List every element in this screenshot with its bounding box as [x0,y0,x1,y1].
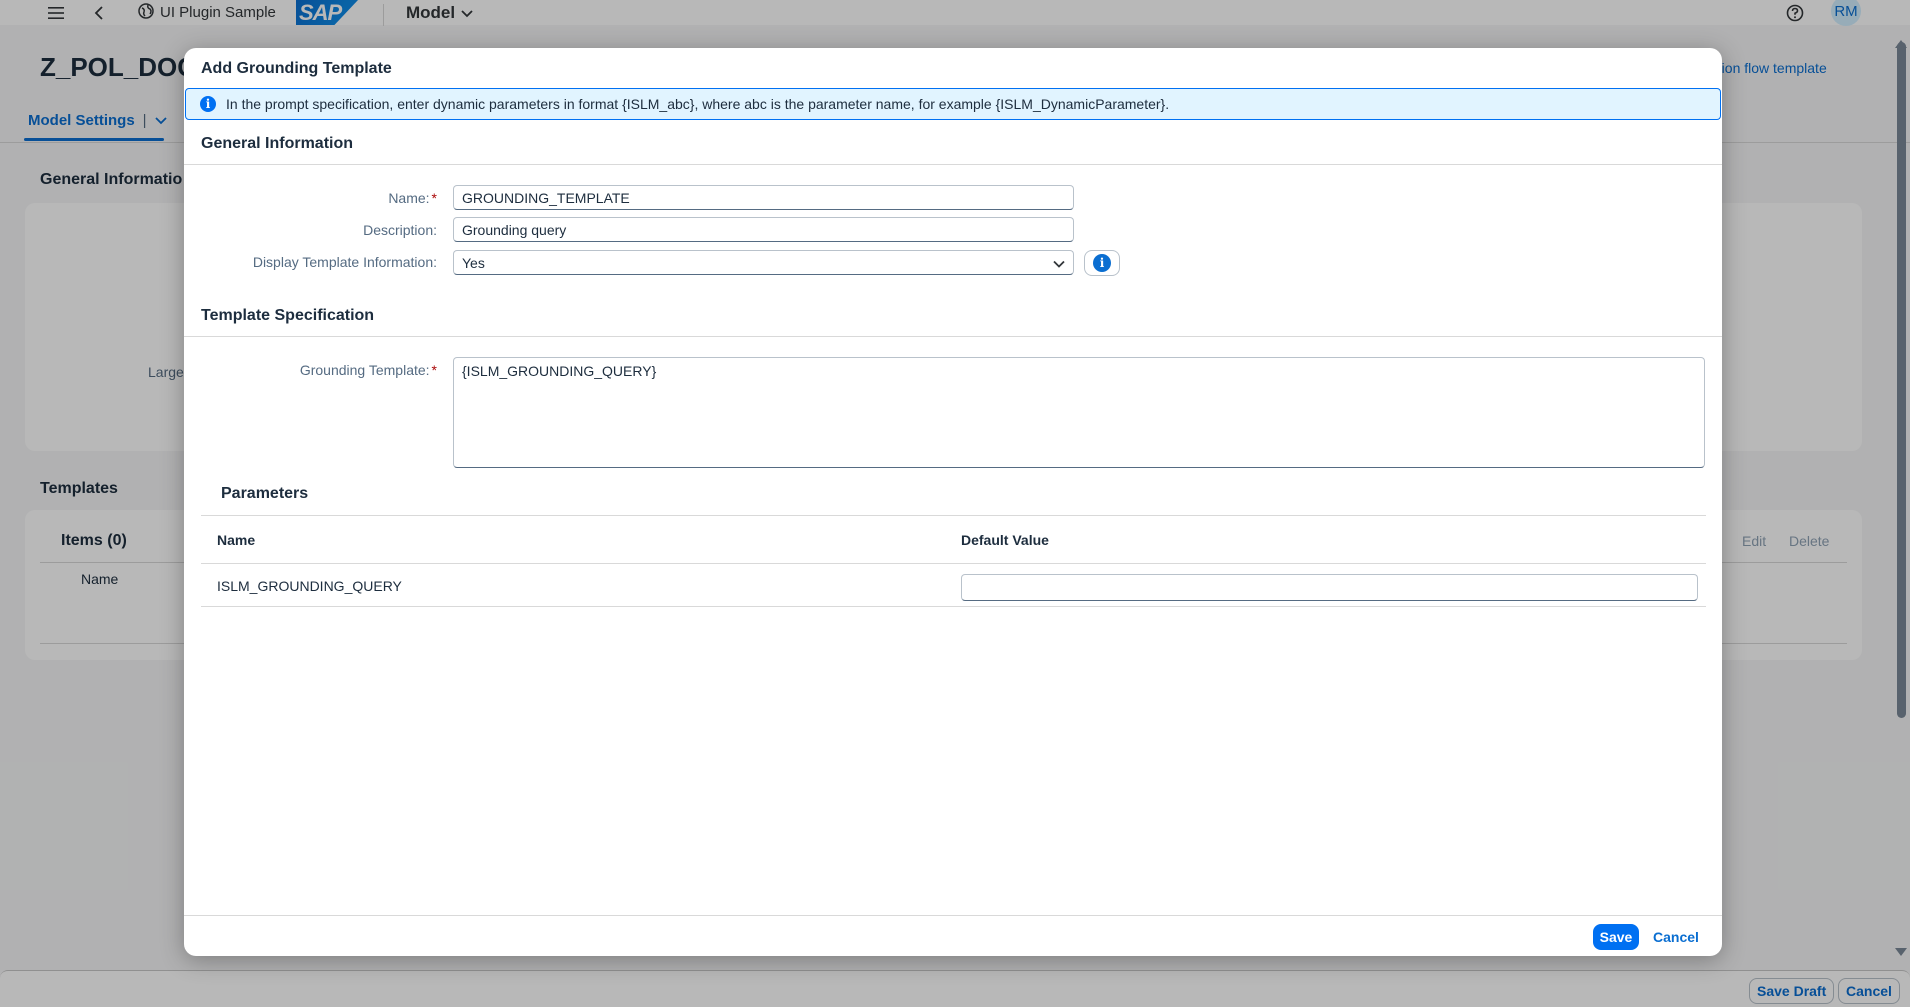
required-indicator: * [431,190,437,206]
required-indicator: * [431,362,437,378]
parameter-name-cell: ISLM_GROUNDING_QUERY [217,578,402,594]
description-label: Description: [363,222,437,238]
column-header-default-value: Default Value [961,532,1049,548]
footer-separator [184,915,1722,916]
info-message-strip: i In the prompt specification, enter dyn… [185,88,1721,120]
template-info-button[interactable]: i [1084,250,1120,276]
info-message-text: In the prompt specification, enter dynam… [226,96,1170,112]
info-icon: i [200,96,216,112]
cancel-button[interactable]: Cancel [1649,924,1703,950]
default-value-input[interactable] [961,574,1698,601]
column-header-name: Name [217,532,256,548]
template-specification-title: Template Specification [201,307,375,324]
add-grounding-template-dialog: Add Grounding Template i In the prompt s… [184,48,1722,956]
display-template-info-select[interactable]: Yes [453,250,1074,275]
chevron-down-icon[interactable] [1053,257,1065,269]
table-separator [201,515,1706,516]
name-label: Name: * [388,190,437,206]
general-information-title: General Information [201,135,354,152]
dialog-title: Add Grounding Template [201,60,392,77]
section-separator [184,336,1722,337]
table-separator [201,606,1706,607]
grounding-template-label: Grounding Template: * [299,362,437,378]
name-input[interactable]: GROUNDING_TEMPLATE [453,185,1074,210]
select-value: Yes [462,254,485,271]
grounding-template-textarea[interactable]: {ISLM_GROUNDING_QUERY} [453,357,1705,468]
section-separator [184,164,1722,165]
parameters-title: Parameters [221,485,309,502]
display-template-info-label: Display Template Information: [252,254,437,270]
info-icon: i [1093,254,1111,272]
table-separator [201,563,1706,564]
save-button[interactable]: Save [1593,924,1639,950]
description-input[interactable]: Grounding query [453,217,1074,242]
